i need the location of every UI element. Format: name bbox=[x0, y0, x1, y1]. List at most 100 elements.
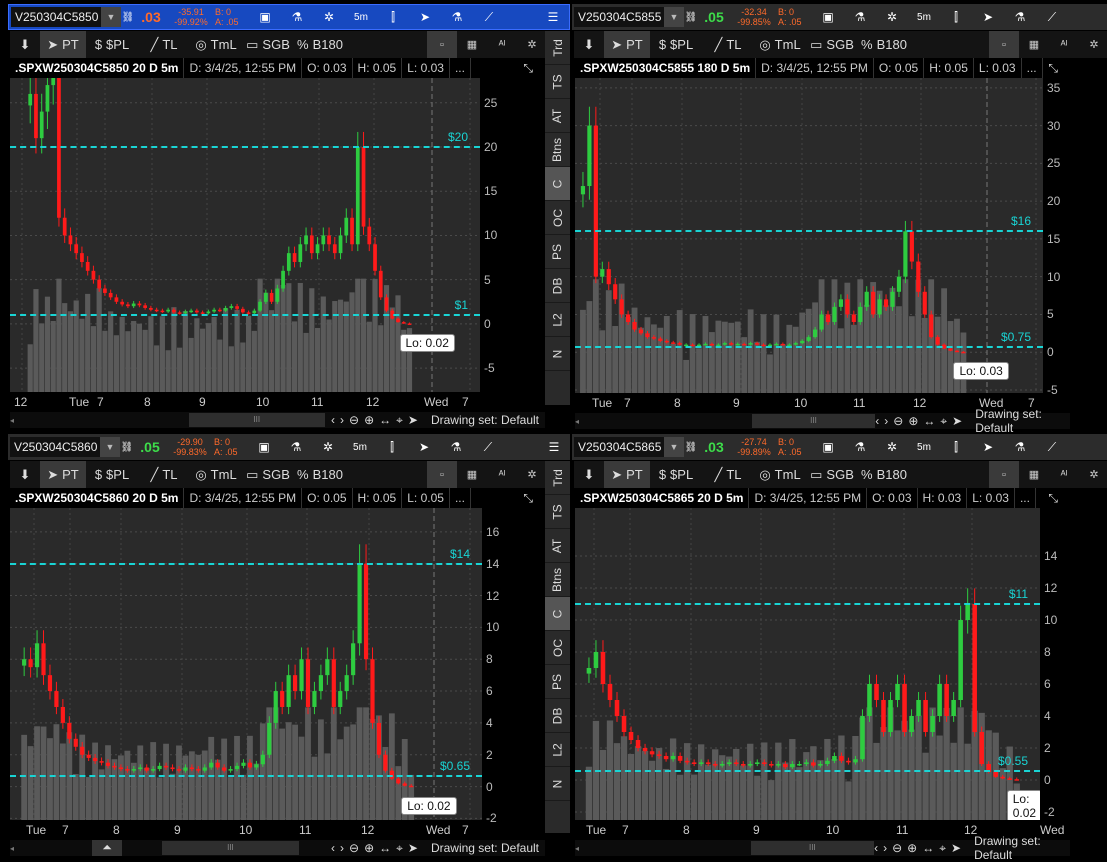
scrollbar-thumb[interactable]: III bbox=[188, 413, 325, 427]
sidebar-tab-n[interactable]: N bbox=[545, 767, 570, 801]
drawings-icon[interactable]: ⟋ bbox=[1036, 440, 1068, 455]
drawings-icon[interactable]: ⟋ bbox=[472, 440, 504, 455]
scroll-left-arrow[interactable]: ◂ bbox=[575, 844, 586, 853]
sidebar-tab-ts[interactable]: TS bbox=[545, 65, 570, 99]
sidebar-tab-ts[interactable]: TS bbox=[545, 495, 570, 529]
tool-sgb-button[interactable]: ▭ SGB bbox=[806, 31, 858, 58]
cursor-mode-icon[interactable]: ➤ bbox=[952, 414, 962, 428]
timeframe-button[interactable]: 5m bbox=[908, 12, 940, 23]
price-level-line[interactable] bbox=[10, 145, 480, 148]
zoom-out-icon[interactable]: ⊖ bbox=[893, 414, 903, 428]
symbol-input[interactable]: V250304C5855 bbox=[574, 7, 664, 27]
symbol-dropdown-button[interactable]: ▼ bbox=[664, 7, 684, 27]
fit-icon[interactable]: ↔ bbox=[379, 413, 391, 427]
price-level-line[interactable] bbox=[10, 314, 480, 317]
pin-button[interactable]: ⬇ bbox=[574, 31, 604, 58]
link-icon[interactable]: ⛓ bbox=[121, 12, 135, 23]
link-icon[interactable]: ⛓ bbox=[684, 442, 698, 453]
grid-layout-icon[interactable]: ▦ bbox=[1019, 31, 1049, 58]
symbol-input[interactable]: V250304C5865 bbox=[574, 437, 664, 457]
menu-list-icon[interactable]: ☰ bbox=[537, 10, 569, 24]
tool-pl-button[interactable]: $ $PL bbox=[650, 31, 702, 58]
scroll-left-icon[interactable]: ‹ bbox=[331, 413, 335, 427]
tool-pl-button[interactable]: $ $PL bbox=[86, 31, 138, 58]
menu-list-icon[interactable]: ☰ bbox=[538, 440, 570, 454]
sidebar-tab-trd[interactable]: Trd bbox=[545, 461, 570, 495]
candle-style-icon[interactable]: ⫿ bbox=[940, 10, 972, 25]
scroll-left-arrow[interactable]: ◂ bbox=[10, 416, 22, 425]
zoom-out-icon[interactable]: ⊖ bbox=[349, 413, 359, 427]
drawing-set-label[interactable]: Drawing set: Default bbox=[967, 407, 1070, 435]
sidebar-tab-db[interactable]: DB bbox=[545, 269, 570, 303]
tool-b180-button[interactable]: % B180 bbox=[858, 31, 910, 58]
price-chart[interactable]: $16 $0.75 Lo: 0.03 bbox=[575, 78, 1043, 393]
drawing-set-label[interactable]: Drawing set: Default bbox=[966, 834, 1070, 862]
studies-flask-icon[interactable]: ⚗ bbox=[1004, 440, 1036, 454]
ai-icon[interactable]: ᴬᴵ bbox=[1049, 31, 1079, 58]
tool-tl-button[interactable]: ╱ TL bbox=[702, 461, 754, 488]
drawings-icon[interactable]: ⟋ bbox=[473, 10, 505, 25]
tool-tml-button[interactable]: ◎ TmL bbox=[754, 31, 806, 58]
sidebar-tab-oc[interactable]: OC bbox=[545, 631, 570, 665]
chart-settings-gear-icon[interactable]: ✲ bbox=[517, 461, 547, 488]
sidebar-tab-db[interactable]: DB bbox=[545, 699, 570, 733]
pin-button[interactable]: ⬇ bbox=[10, 31, 40, 58]
price-chart[interactable]: $14 $0.65 Lo: 0.02 bbox=[10, 508, 482, 820]
flask-icon[interactable]: ⚗ bbox=[844, 440, 876, 454]
sidebar-tab-at[interactable]: AT bbox=[545, 529, 570, 563]
crosshair-icon[interactable]: ⌖ bbox=[396, 413, 403, 428]
tool-pl-button[interactable]: $ $PL bbox=[650, 461, 702, 488]
expand-icon[interactable]: ⤡ bbox=[1048, 491, 1070, 506]
tool-pt-button[interactable]: ➤ PT bbox=[604, 461, 650, 488]
sidebar-tab-btns[interactable]: Btns bbox=[545, 563, 570, 597]
settings-gear-icon[interactable]: ✲ bbox=[313, 10, 345, 24]
crosshair-icon[interactable]: ⌖ bbox=[396, 841, 403, 856]
tool-pt-button[interactable]: ➤ PT bbox=[40, 31, 86, 58]
ai-icon[interactable]: ᴬᴵ bbox=[487, 461, 517, 488]
studies-flask-icon[interactable]: ⚗ bbox=[1004, 10, 1036, 24]
grid-layout-icon[interactable]: ▦ bbox=[1019, 461, 1049, 488]
scroll-right-icon[interactable]: › bbox=[884, 414, 888, 428]
cursor-mode-icon[interactable]: ➤ bbox=[408, 413, 418, 427]
single-layout-icon[interactable]: ▫ bbox=[427, 31, 457, 58]
symbol-dropdown-button[interactable]: ▼ bbox=[101, 7, 121, 27]
alert-calendar-icon[interactable]: ▣ bbox=[249, 10, 281, 24]
sidebar-tab-c[interactable]: C bbox=[545, 167, 570, 201]
price-level-line[interactable] bbox=[575, 230, 1043, 233]
tool-tl-button[interactable]: ╱ TL bbox=[138, 461, 190, 488]
drawing-set-label[interactable]: Drawing set: Default bbox=[423, 413, 545, 427]
ai-icon[interactable]: ᴬᴵ bbox=[487, 31, 517, 58]
alert-calendar-icon[interactable]: ▣ bbox=[812, 440, 844, 454]
tool-pt-button[interactable]: ➤ PT bbox=[604, 31, 650, 58]
tool-sgb-button[interactable]: ▭ SGB bbox=[242, 31, 294, 58]
drawings-icon[interactable]: ⟋ bbox=[1036, 10, 1068, 25]
zoom-in-icon[interactable]: ⊕ bbox=[364, 413, 374, 427]
candle-style-icon[interactable]: ⫿ bbox=[940, 440, 972, 455]
price-level-line[interactable] bbox=[575, 603, 1040, 605]
studies-flask-icon[interactable]: ⚗ bbox=[440, 440, 472, 454]
timeframe-button[interactable]: 5m bbox=[344, 442, 376, 453]
tool-b180-button[interactable]: % B180 bbox=[858, 461, 910, 488]
tool-tml-button[interactable]: ◎ TmL bbox=[754, 461, 806, 488]
pin-button[interactable]: ⬇ bbox=[574, 461, 604, 488]
cursor-icon[interactable]: ➤ bbox=[972, 10, 1004, 24]
sidebar-tab-l2[interactable]: L2 bbox=[545, 733, 570, 767]
flask-icon[interactable]: ⚗ bbox=[280, 440, 312, 454]
sidebar-tab-at[interactable]: AT bbox=[545, 99, 570, 133]
timeframe-button[interactable]: 5m bbox=[345, 12, 377, 23]
single-layout-icon[interactable]: ▫ bbox=[989, 461, 1019, 488]
scrollbar-thumb[interactable]: III bbox=[751, 414, 876, 428]
price-chart[interactable]: $20 $1 Lo: 0.02 bbox=[10, 78, 480, 392]
symbol-dropdown-button[interactable]: ▼ bbox=[664, 437, 684, 457]
tool-tl-button[interactable]: ╱ TL bbox=[702, 31, 754, 58]
tool-b180-button[interactable]: % B180 bbox=[294, 461, 346, 488]
ai-icon[interactable]: ᴬᴵ bbox=[1049, 461, 1079, 488]
tool-sgb-button[interactable]: ▭ SGB bbox=[242, 461, 294, 488]
alert-calendar-icon[interactable]: ▣ bbox=[248, 440, 280, 454]
flask-icon[interactable]: ⚗ bbox=[281, 10, 313, 24]
grid-layout-icon[interactable]: ▦ bbox=[457, 31, 487, 58]
single-layout-icon[interactable]: ▫ bbox=[989, 31, 1019, 58]
cursor-icon[interactable]: ➤ bbox=[409, 10, 441, 24]
tool-pt-button[interactable]: ➤ PT bbox=[40, 461, 86, 488]
sidebar-tab-btns[interactable]: Btns bbox=[545, 133, 570, 167]
